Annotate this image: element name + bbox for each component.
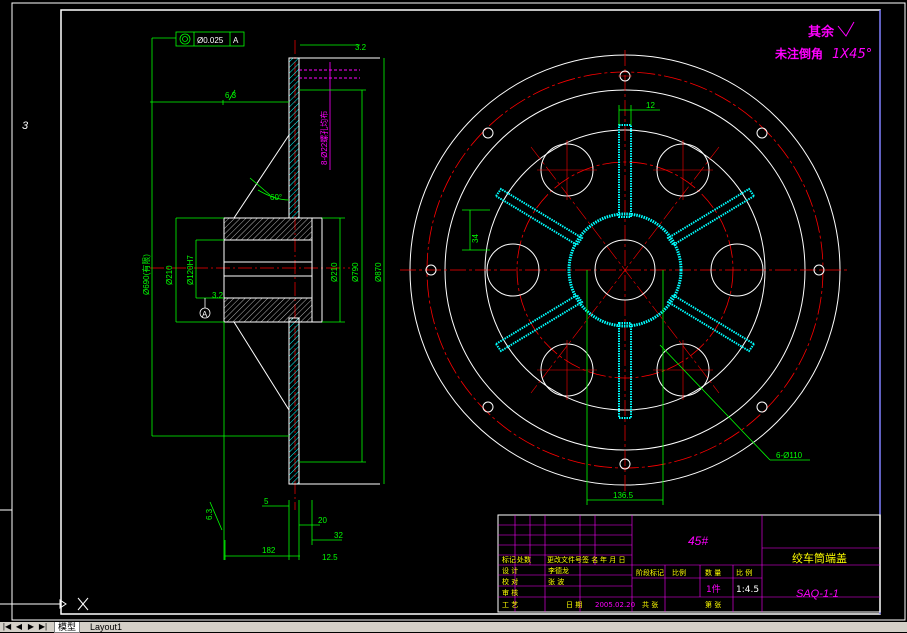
geo-tolerance-frame: Ø0.025 A	[175, 31, 245, 47]
first-tab-arrow-icon[interactable]: |◀	[2, 622, 12, 632]
drawing-number: SAQ-1-1	[796, 588, 839, 600]
angle-60-label: 60°	[270, 193, 282, 202]
dim-slot: 34	[471, 234, 480, 243]
sheet-border	[0, 2, 906, 621]
qty-label: 数 量	[705, 568, 721, 577]
hub-bore	[223, 239, 313, 299]
dim-d210: Ø210	[165, 265, 174, 285]
layout-tab-bar: |◀ ◀ ▶ ▶| 模型 Layout1	[0, 622, 907, 633]
qty-value: 1件	[706, 583, 721, 595]
flange-plate	[288, 57, 300, 219]
roughness-left: 6.3	[205, 508, 214, 520]
dim-32: 32	[334, 531, 343, 540]
dim-136-5: 136.5	[613, 491, 634, 500]
sheet-total: 共 张	[642, 600, 658, 609]
last-tab-arrow-icon[interactable]: ▶|	[38, 622, 48, 632]
date-value: 2005.02.20	[595, 601, 635, 609]
row-review: 审 核	[502, 588, 518, 597]
row-process: 工 艺	[502, 601, 518, 609]
note-remaining: 其余	[808, 24, 835, 40]
dim-d790: Ø790	[351, 262, 360, 282]
roughness-bottom: 12.5	[322, 553, 338, 562]
ucs-icon	[0, 597, 89, 611]
hole-spec: 8-Ø22螺孔均布	[319, 111, 329, 165]
material: 45#	[688, 534, 708, 548]
cad-drawing-canvas[interactable]: Ø0.025 A A 60° 3.2 6.3 3.2 5 20 32 182 6…	[0, 0, 907, 632]
row-check-name: 张 波	[548, 577, 564, 586]
ratio-label: 比例	[672, 568, 686, 577]
dim-5: 5	[264, 497, 269, 506]
notes: 其余 未注倒角 1X45°	[774, 21, 872, 62]
prev-tab-arrow-icon[interactable]: ◀	[14, 622, 24, 632]
row-design: 设 计	[502, 566, 518, 575]
part-name: 绞车筒端盖	[792, 551, 847, 565]
header-sign: 签 名	[582, 555, 598, 564]
roughness-top: 3.2	[355, 43, 367, 52]
process-label: 阶段标记	[636, 568, 664, 577]
tol-datum: A	[233, 36, 239, 45]
tol-value: Ø0.025	[197, 36, 224, 45]
row-design-name: 李德龙	[548, 566, 569, 575]
flange-plate-lower	[288, 317, 300, 485]
roughness-mid: 6.3	[225, 91, 237, 100]
title-block: 45# 绞车筒端盖 SAQ-1-1 标记 处数 更改文件号 签 名 年 月 日 …	[497, 514, 881, 613]
hole-callout: 6-Ø110	[776, 451, 803, 460]
dim-d690: Ø690(有限)	[141, 254, 151, 295]
dim-182: 182	[262, 546, 276, 555]
note-chamfer: 未注倒角	[774, 46, 823, 61]
dim-d120: Ø120H7	[186, 255, 195, 285]
header-count: 处数	[517, 555, 531, 564]
dim-20: 20	[318, 516, 327, 525]
row-check: 校 对	[502, 577, 518, 586]
section-view: Ø0.025 A A 60° 3.2 6.3 3.2 5 20 32 182 6…	[141, 31, 385, 562]
note-chamfer-value: 1X45°	[832, 47, 872, 62]
front-view: 12 34 136.5 6-Ø110	[400, 50, 850, 505]
sheet-number: 第 张	[705, 600, 721, 609]
dim-12: 12	[646, 101, 655, 110]
hub-top	[223, 217, 313, 241]
datum-a-label: A	[202, 310, 208, 319]
roughness-hub: 3.2	[212, 291, 224, 300]
tab-model[interactable]: 模型	[54, 622, 81, 633]
next-tab-arrow-icon[interactable]: ▶	[26, 622, 36, 632]
header-date: 年 月 日	[600, 555, 625, 564]
header-mark: 标记	[502, 555, 516, 564]
date-label: 日 期	[566, 601, 582, 609]
sheet-number-side: 3	[22, 120, 29, 132]
tab-layout1[interactable]: Layout1	[90, 622, 122, 632]
dim-d210b: Ø210	[330, 262, 339, 282]
scale-value: 1:4.5	[736, 585, 759, 595]
dim-d870: Ø870	[374, 262, 383, 282]
scale-label: 比 例	[736, 568, 752, 577]
hub-bottom	[223, 297, 313, 323]
header-change: 更改文件号	[547, 555, 582, 564]
